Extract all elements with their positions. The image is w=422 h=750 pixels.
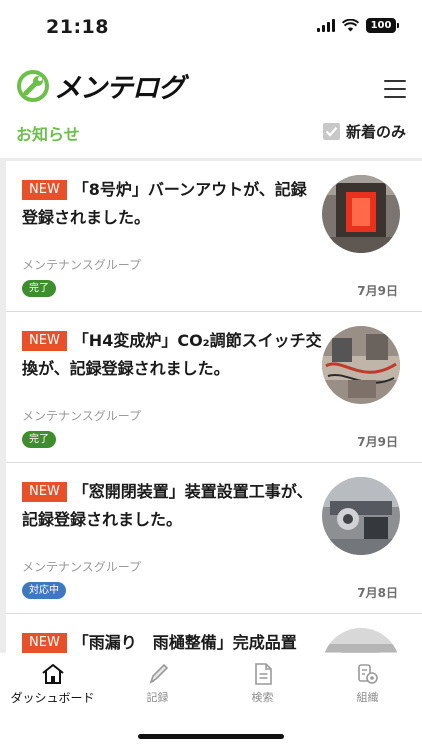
- notice-item[interactable]: NEW 「雨漏り 雨樋整備」完成品置: [6, 614, 422, 653]
- notice-thumbnail: [322, 628, 400, 653]
- home-icon: [41, 664, 64, 684]
- notice-heading: NEW 「H4変成炉」CO₂調節スイッチ交換が、記録登録されました。: [22, 327, 322, 383]
- status-badge: 完了: [22, 280, 56, 297]
- status-time: 21:18: [46, 16, 109, 38]
- notice-date: 7月8日: [357, 586, 398, 600]
- status-badge: 完了: [22, 431, 56, 448]
- home-indicator: [138, 734, 284, 739]
- tab-label: 記録: [146, 691, 169, 704]
- notice-thumbnail: [322, 326, 400, 404]
- document-icon: [254, 663, 272, 685]
- notice-group: メンテナンスグループ: [22, 258, 142, 272]
- new-badge: NEW: [22, 331, 67, 351]
- app-header: メンテログ: [0, 54, 422, 112]
- wrench-logo-icon: [17, 69, 49, 102]
- new-badge: NEW: [22, 482, 67, 502]
- notice-heading: NEW 「雨漏り 雨樋整備」完成品置: [22, 629, 322, 653]
- notice-title: 「雨漏り 雨樋整備」完成品置: [72, 633, 297, 652]
- new-badge: NEW: [22, 180, 67, 200]
- notice-heading: NEW 「窓開閉装置」装置設置工事が、記録登録されました。: [22, 478, 322, 534]
- hamburger-menu-icon[interactable]: [384, 80, 406, 98]
- notice-list: NEW 「8号炉」バーンアウトが、記録登録されました。 メンテナンスグループ 完了…: [6, 161, 422, 653]
- tab-records[interactable]: 記録: [105, 661, 210, 705]
- tab-dashboard[interactable]: ダッシュボード: [0, 661, 105, 706]
- notice-group: メンテナンスグループ: [22, 409, 142, 423]
- logo-text: メンテログ: [54, 73, 185, 104]
- battery-icon: 100: [366, 18, 399, 33]
- section-bar: お知らせ 新着のみ: [0, 112, 422, 158]
- tab-label: 組織: [356, 691, 379, 704]
- new-only-checkbox[interactable]: [322, 123, 340, 140]
- tab-organization[interactable]: 組織: [315, 661, 420, 705]
- tab-search[interactable]: 検索: [210, 661, 315, 705]
- notice-list-container[interactable]: NEW 「8号炉」バーンアウトが、記録登録されました。 メンテナンスグループ 完了…: [0, 158, 422, 653]
- notice-thumbnail: [322, 477, 400, 555]
- notice-item[interactable]: NEW 「H4変成炉」CO₂調節スイッチ交換が、記録登録されました。 メンテナンス…: [6, 312, 422, 463]
- notice-item[interactable]: NEW 「窓開閉装置」装置設置工事が、記録登録されました。 メンテナンスグループ …: [6, 463, 422, 614]
- wifi-icon: [342, 19, 359, 32]
- signal-icon: [317, 19, 335, 32]
- notice-date: 7月9日: [357, 284, 398, 298]
- tab-label: 検索: [251, 691, 274, 704]
- new-badge: NEW: [22, 633, 67, 653]
- notice-thumbnail: [322, 175, 400, 253]
- check-icon: [325, 127, 338, 137]
- status-badge: 対応中: [22, 582, 66, 599]
- tab-label: ダッシュボード: [10, 691, 95, 705]
- pen-icon: [149, 663, 168, 684]
- status-icons: 100: [317, 18, 399, 33]
- notice-group: メンテナンスグループ: [22, 560, 142, 574]
- notice-item[interactable]: NEW 「8号炉」バーンアウトが、記録登録されました。 メンテナンスグループ 完了…: [6, 161, 422, 312]
- new-only-filter[interactable]: 新着のみ: [322, 121, 406, 142]
- status-bar: 21:18 100: [0, 0, 422, 54]
- section-title: お知らせ: [16, 125, 80, 144]
- notice-date: 7月9日: [357, 435, 398, 449]
- app-logo: メンテログ: [16, 66, 185, 105]
- notice-heading: NEW 「8号炉」バーンアウトが、記録登録されました。: [22, 176, 322, 232]
- new-only-label: 新着のみ: [345, 123, 406, 141]
- org-settings-icon: [357, 664, 378, 684]
- notice-title: 「H4変成炉」CO₂調節スイッチ交換が、記録登録されました。: [22, 331, 322, 378]
